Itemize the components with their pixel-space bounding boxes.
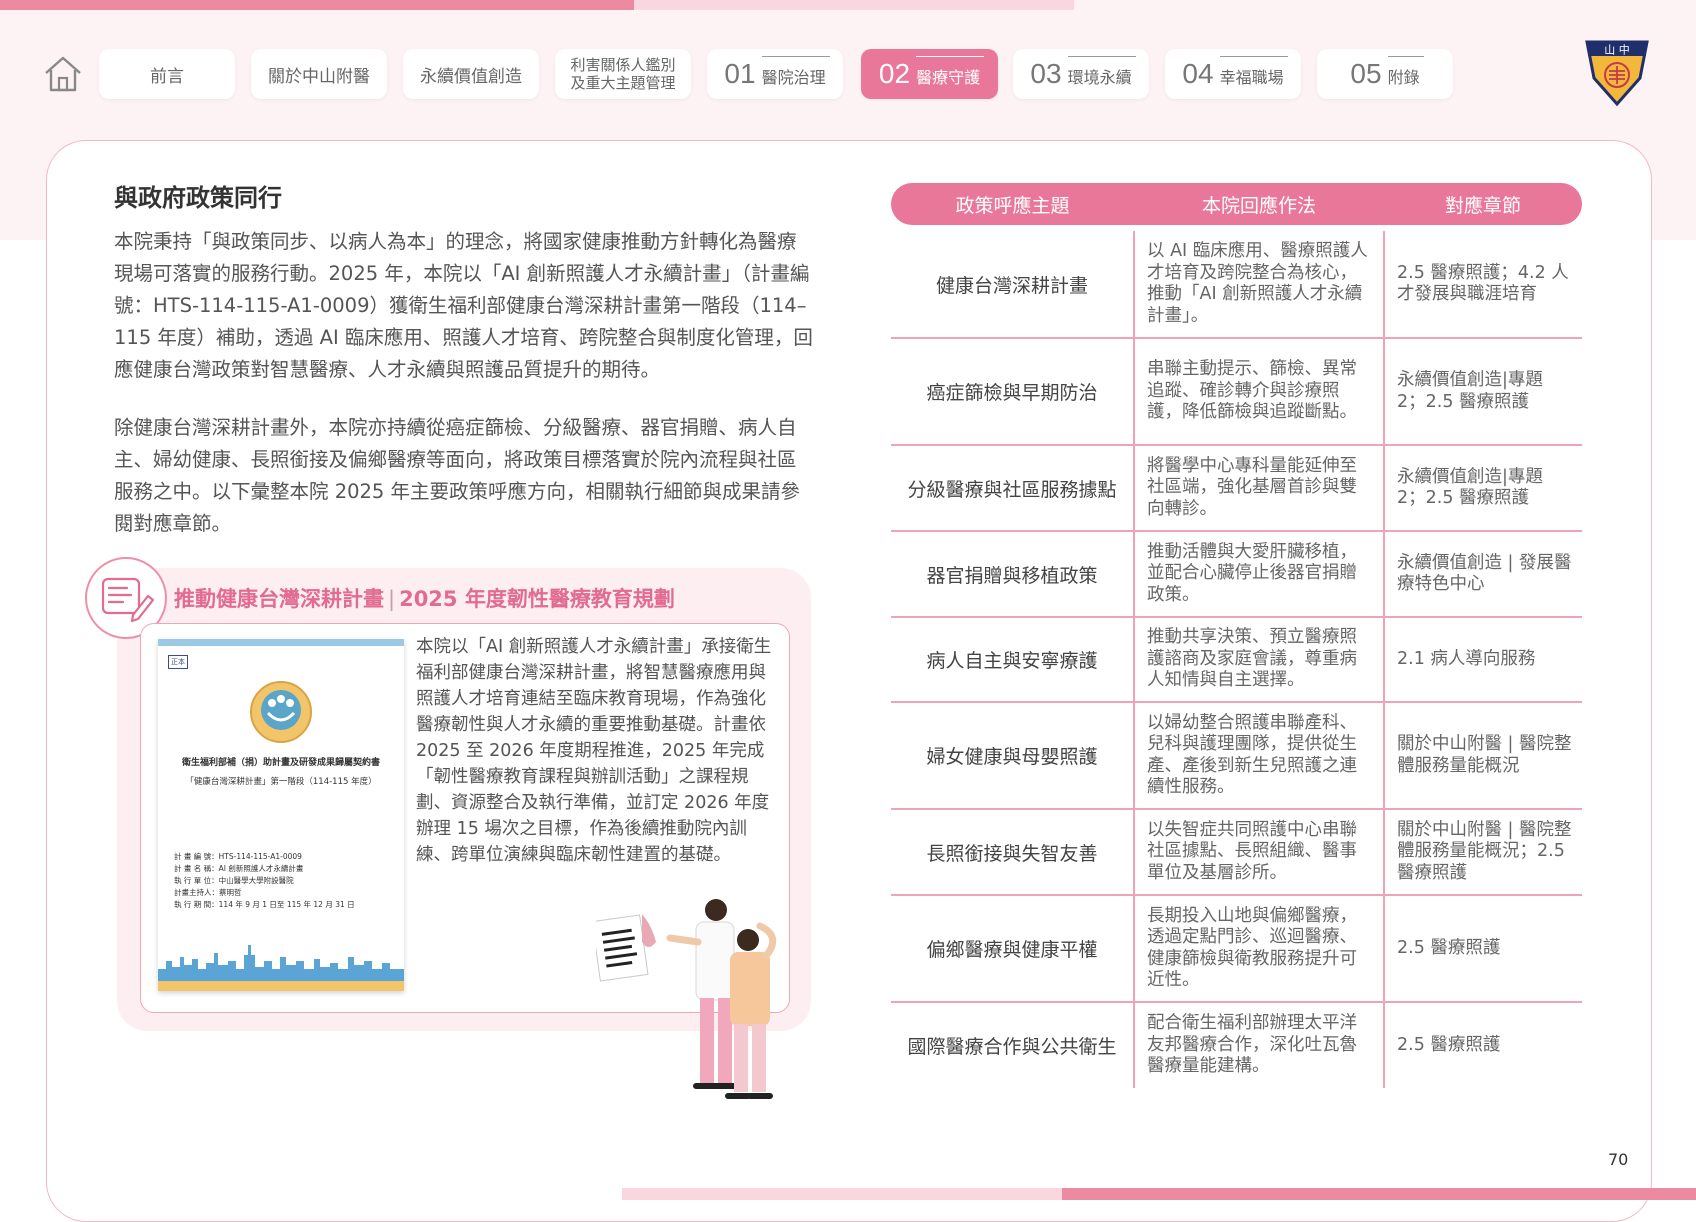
nav-tab-chapter-01[interactable]: 01 醫院治理 (707, 49, 843, 99)
nav-tab-label: 環境永續 (1067, 56, 1136, 88)
certificate-detail-line: 執 行 期 間：114 年 9 月 1 日至 115 年 12 月 31 日 (174, 900, 355, 909)
nav-tab-about[interactable]: 關於中山附醫 (251, 49, 387, 99)
nav-tab-label: 附錄 (1387, 56, 1424, 88)
top-accent-bar-light (634, 0, 1074, 10)
nav-tab-number: 01 (724, 58, 756, 89)
column-header-action: 本院回應作法 (1134, 183, 1384, 225)
nav-tab-label: 永續價值創造 (420, 66, 522, 87)
table-cell-action: 以婦幼整合照護串聯產科、兒科與護理團隊，提供從生產、產後到新生兒照護之連續性服務… (1133, 702, 1384, 810)
table-cell-chapter: 2.1 病人導向服務 (1383, 617, 1582, 703)
table-row: 國際醫療合作與公共衛生 配合衛生福利部辦理太平洋友邦醫療合作，深化吐瓦魯醫療量能… (891, 1002, 1582, 1088)
table-cell-topic: 器官捐贈與移植政策 (891, 531, 1134, 618)
column-header-topic: 政策呼應主題 (891, 183, 1134, 225)
table-cell-action: 推動共享決策、預立醫療照護諮商及家庭會議，尊重病人知情與自主選擇。 (1133, 617, 1384, 703)
table-row: 癌症篩檢與早期防治 串聯主動提示、篩檢、異常追蹤、確診轉介與診療照護，降低篩檢與… (891, 338, 1582, 446)
table-row: 長照銜接與失智友善 以失智症共同照護中心串聯社區據點、長照組織、醫事單位及基層診… (891, 809, 1582, 896)
nav-tab-stakeholders[interactable]: 利害關係人鑑別 及重大主題管理 (555, 49, 691, 99)
bottom-accent-bar (1062, 1188, 1696, 1200)
table-cell-chapter: 永續價值創造|專題 2；2.5 醫療照護 (1383, 445, 1582, 532)
nav-tab-label-line2: 及重大主題管理 (570, 74, 676, 92)
certificate-detail-line: 計 畫 編 號：HTS-114-115-A1-0009 (174, 852, 302, 861)
certificate-details: 計 畫 編 號：HTS-114-115-A1-0009 計 畫 名 稱：AI 創… (174, 851, 355, 911)
nav-tab-label: 關於中山附醫 (268, 66, 370, 87)
table-cell-topic: 偏鄉醫療與健康平權 (891, 895, 1134, 1003)
highlight-text: 本院以「AI 創新照護人才永續計畫」承接衛生福利部健康台灣深耕計畫，將智慧醫療應… (416, 637, 772, 865)
nav-tab-label: 醫療守護 (916, 56, 985, 88)
table-cell-chapter: 關於中山附醫 | 醫院整體服務量能概況；2.5 醫療照護 (1383, 809, 1582, 896)
table-cell-action: 以 AI 臨床應用、醫療照護人才培育及跨院整合為核心，推動「AI 創新照護人才永… (1133, 231, 1384, 339)
hospital-logo: 山 中 (1585, 40, 1649, 107)
section-title: 與政府政策同行 (114, 184, 282, 212)
nav-tab-preface[interactable]: 前言 (99, 49, 235, 99)
table-header-row: 政策呼應主題 本院回應作法 對應章節 (891, 183, 1582, 225)
contract-certificate-image: 正本 衛生福利部補（捐）助計畫及研發成果歸屬契約書 「健康台灣深耕計畫」第一階段… (158, 639, 404, 991)
svg-text:山 中: 山 中 (1604, 44, 1630, 57)
table-row: 婦女健康與母嬰照護 以婦幼整合照護串聯產科、兒科與護理團隊，提供從生產、產後到新… (891, 702, 1582, 810)
table-cell-action: 以失智症共同照護中心串聯社區據點、長照組織、醫事單位及基層診所。 (1133, 809, 1384, 896)
table-cell-action: 長期投入山地與偏鄉醫療，透過定點門診、巡迴醫療、健康篩檢與衛教服務提升可近性。 (1133, 895, 1384, 1003)
table-cell-topic: 國際醫療合作與公共衛生 (907, 1036, 1117, 1058)
policy-response-table: 政策呼應主題 本院回應作法 對應章節 健康台灣深耕計畫 以 AI 臨床應用、醫療… (891, 183, 1582, 1088)
bottom-accent-bar-light (622, 1188, 1062, 1200)
nav-tab-number: 02 (878, 58, 911, 89)
nav-tab-chapter-03[interactable]: 03 環境永續 (1013, 49, 1149, 99)
city-skyline-graphic (158, 945, 404, 981)
nav-tab-sustainable-value[interactable]: 永續價值創造 (403, 49, 539, 99)
page-number: 70 (1608, 1150, 1629, 1169)
table-cell-action: 串聯主動提示、篩檢、異常追蹤、確診轉介與診療照護，降低篩檢與追蹤斷點。 (1133, 338, 1384, 446)
highlight-title-main: 推動健康台灣深耕計畫 (174, 587, 384, 611)
title-separator: | (388, 587, 396, 611)
table-cell-topic: 長照銜接與失智友善 (891, 809, 1134, 896)
nav-tab-chapter-02[interactable]: 02 醫療守護 (861, 49, 998, 99)
nav-tab-number: 05 (1350, 58, 1382, 89)
table-row: 偏鄉醫療與健康平權 長期投入山地與偏鄉醫療，透過定點門診、巡迴醫療、健康篩檢與衛… (891, 895, 1582, 1003)
table-row: 健康台灣深耕計畫 以 AI 臨床應用、醫療照護人才培育及跨院整合為核心，推動「A… (891, 231, 1582, 339)
top-accent-bar (0, 0, 634, 10)
table-row: 分級醫療與社區服務據點 將醫學中心專科量能延伸至社區端，強化基層首診與雙向轉診。… (891, 445, 1582, 532)
table-cell-chapter: 關於中山附醫 | 醫院整體服務量能概況 (1383, 702, 1582, 810)
table-cell-topic: 婦女健康與母嬰照護 (891, 702, 1134, 810)
nav-tab-number: 03 (1030, 58, 1062, 89)
nav-tab-label-line1: 利害關係人鑑別 (570, 56, 676, 74)
table-cell-topic: 分級醫療與社區服務據點 (891, 445, 1134, 532)
certificate-detail-line: 計畫主持人：蔡明哲 (174, 888, 242, 897)
highlight-title-sub: 2025 年度韌性醫療教育規劃 (399, 587, 675, 611)
nav-tab-label: 幸福職場 (1219, 56, 1288, 88)
certificate-bottom-strip (158, 981, 404, 991)
certificate-detail-line: 計 畫 名 稱：AI 創新照護人才永續計畫 (174, 864, 304, 873)
doctors-illustration (596, 899, 777, 1099)
table-cell-topic: 健康台灣深耕計畫 (891, 231, 1134, 339)
certificate-subtitle: 「健康台灣深耕計畫」第一階段（114-115 年度） (185, 777, 377, 787)
nav-tab-label: 醫院治理 (761, 56, 830, 88)
table-cell-chapter: 永續價值創造 | 發展醫療特色中心 (1383, 531, 1582, 618)
table-row: 器官捐贈與移植政策 推動活體與大愛肝臟移植，並配合心臟停止後器官捐贈政策。 永續… (891, 531, 1582, 618)
intro-paragraph: 本院秉持「與政策同步、以病人為本」的理念，將國家健康推動方針轉化為醫療現場可落實… (114, 230, 813, 381)
table-cell-chapter: 2.5 醫療照護；4.2 人才發展與職涯培育 (1383, 231, 1582, 339)
certificate-stamp: 正本 (168, 655, 188, 669)
certificate-top-strip (158, 639, 404, 646)
table-cell-action: 將醫學中心專科量能延伸至社區端，強化基層首診與雙向轉診。 (1133, 445, 1384, 532)
nav-tab-number: 04 (1182, 58, 1214, 89)
nav-tab-chapter-05[interactable]: 05 附錄 (1317, 49, 1453, 99)
table-row: 病人自主與安寧療護 推動共享決策、預立醫療照護諮商及家庭會議，尊重病人知情與自主… (891, 617, 1582, 703)
certificate-title: 衛生福利部補（捐）助計畫及研發成果歸屬契約書 (181, 758, 380, 768)
certificate-detail-line: 執 行 單 位：中山醫學大學附設醫院 (174, 876, 294, 885)
table-cell-action: 推動活體與大愛肝臟移植，並配合心臟停止後器官捐贈政策。 (1133, 531, 1384, 618)
highlight-title: 推動健康台灣深耕計畫 | 2025 年度韌性醫療教育規劃 (174, 583, 675, 613)
health-taiwan-emblem-icon (250, 681, 312, 743)
table-cell-topic: 癌症篩檢與早期防治 (891, 338, 1134, 446)
nav-tab-label: 前言 (150, 66, 184, 87)
table-cell-chapter: 2.5 醫療照護 (1383, 1002, 1582, 1088)
home-icon[interactable] (42, 53, 84, 95)
table-cell-chapter: 2.5 醫療照護 (1383, 895, 1582, 1003)
table-cell-topic: 病人自主與安寧療護 (891, 617, 1134, 703)
intro-paragraph-2: 除健康台灣深耕計畫外，本院亦持續從癌症篩檢、分級醫療、器官捐贈、病人自主、婦幼健… (114, 416, 801, 535)
column-header-chapter: 對應章節 (1384, 183, 1582, 225)
table-cell-chapter: 永續價值創造|專題 2；2.5 醫療照護 (1383, 338, 1582, 446)
nav-tab-chapter-04[interactable]: 04 幸福職場 (1165, 49, 1301, 99)
table-cell-action: 配合衛生福利部辦理太平洋友邦醫療合作，深化吐瓦魯醫療量能建構。 (1133, 1002, 1384, 1088)
